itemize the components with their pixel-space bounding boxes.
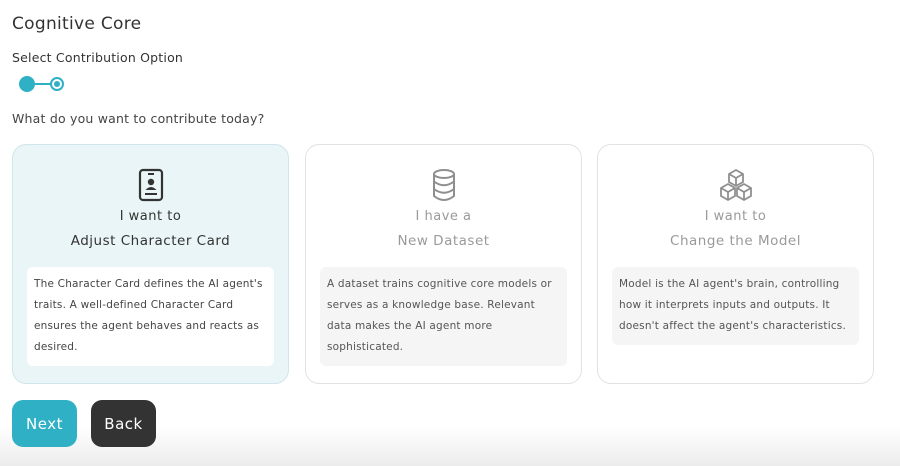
option-line-1: I have a: [415, 209, 472, 224]
option-line-1: I want to: [119, 209, 182, 224]
next-button[interactable]: Next: [12, 400, 77, 447]
database-icon: [424, 165, 464, 205]
cubes-icon: [716, 165, 756, 205]
option-card-new-dataset[interactable]: I have a New Dataset A dataset trains co…: [305, 144, 582, 384]
option-line-2: Change the Model: [670, 233, 801, 249]
section-subtitle: Select Contribution Option: [12, 50, 184, 65]
option-description: Model is the AI agent's brain, controlli…: [612, 267, 859, 345]
step-2-dot[interactable]: [50, 77, 64, 91]
progress-stepper: [19, 76, 67, 92]
option-line-2: Adjust Character Card: [70, 233, 231, 249]
option-card-character-card[interactable]: I want to Adjust Character Card The Char…: [12, 144, 289, 384]
option-card-change-model[interactable]: I want to Change the Model Model is the …: [597, 144, 874, 384]
option-description: A dataset trains cognitive core models o…: [320, 267, 567, 366]
option-line-2: New Dataset: [397, 233, 490, 249]
option-line-1: I want to: [704, 209, 767, 224]
question-text: What do you want to contribute today?: [12, 111, 265, 126]
step-1-dot[interactable]: [19, 76, 35, 92]
page-title: Cognitive Core: [12, 14, 142, 34]
option-description: The Character Card defines the AI agent'…: [27, 267, 274, 366]
back-button[interactable]: Back: [91, 400, 156, 447]
id-card-icon: [131, 165, 171, 205]
